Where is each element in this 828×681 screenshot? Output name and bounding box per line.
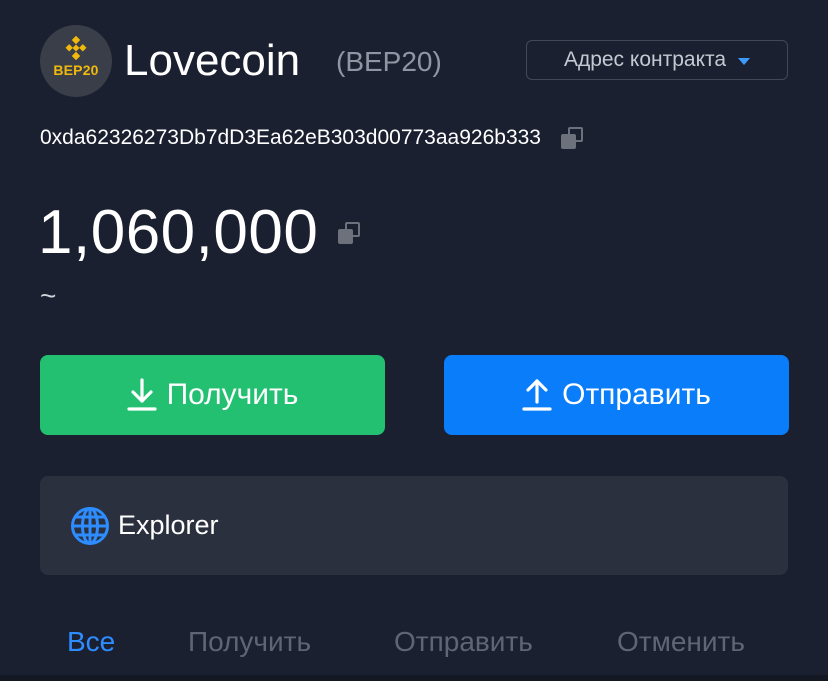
token-standard: (BEP20) [336,46,442,77]
bnb-icon [65,36,87,60]
copy-address-icon[interactable] [560,127,583,149]
contract-address-label: Адрес контракта [563,48,727,71]
tab-cancel[interactable]: Отменить [617,626,745,658]
token-logo: BEP20 [40,25,112,97]
contract-address-dropdown[interactable]: Адрес контракта [526,40,788,80]
receive-button[interactable]: Получить [40,355,385,435]
balance-amount: 1,060,000 [38,198,319,267]
contract-address: 0xda62326273Db7dD3Ea62eB303d00773aa926b3… [40,126,541,149]
send-button[interactable]: Отправить [444,355,789,435]
balance-row: 1,060,000 [38,198,361,268]
bottom-divider [0,675,828,681]
address-row: 0xda62326273Db7dD3Ea62eB303d00773aa926b3… [40,126,583,150]
explorer-link[interactable]: Explorer [40,476,788,575]
token-header: BEP20 Lovecoin (BEP20) Адрес контракта [40,25,788,97]
tab-all[interactable]: Все [67,626,115,658]
globe-icon [71,506,109,545]
fiat-value: ~ [40,280,57,311]
receive-label: Получить [166,378,299,411]
token-logo-text: BEP20 [53,62,99,78]
token-name: Lovecoin [124,36,301,85]
send-label: Отправить [562,378,711,411]
caret-down-icon [738,57,751,65]
tab-send[interactable]: Отправить [394,626,533,658]
download-icon [126,378,157,411]
upload-icon [522,379,552,411]
copy-balance-icon[interactable] [338,222,361,244]
explorer-label: Explorer [118,510,219,540]
tab-receive[interactable]: Получить [188,626,311,658]
transaction-filter-tabs: Все Получить Отправить Отменить [0,626,828,666]
